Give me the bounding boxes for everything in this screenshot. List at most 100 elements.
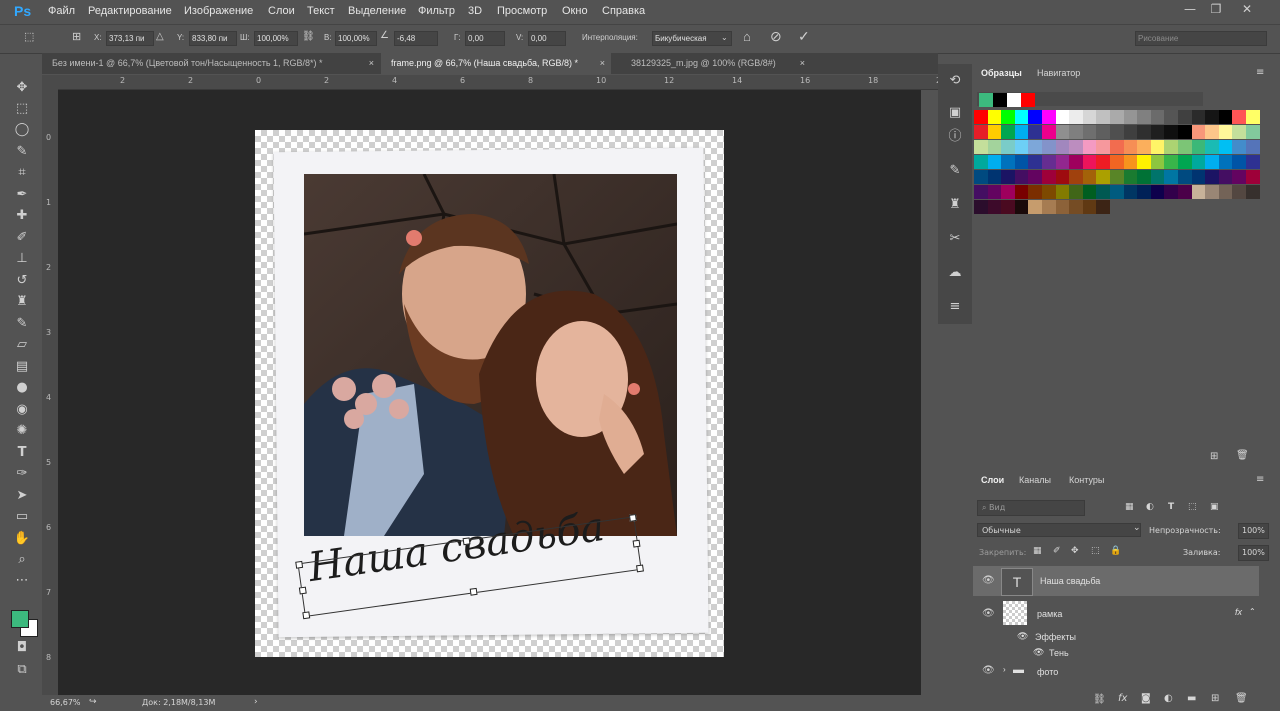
swatch[interactable] [974,170,988,184]
brush-tool-icon[interactable]: ✐ [13,230,31,246]
eye-icon[interactable]: 👁 [982,665,995,676]
swatch[interactable] [1001,110,1016,124]
menu-filter[interactable]: Фильтр [418,5,455,17]
swatch[interactable] [1082,140,1097,154]
fx-icon[interactable]: fx [1235,607,1242,617]
lasso-tool-icon[interactable]: ◯ [13,122,31,138]
swatch[interactable] [1042,155,1056,169]
close-tab-icon[interactable]: × [800,53,805,74]
swatch[interactable] [1232,170,1247,184]
swatch[interactable] [987,200,1002,214]
swatch[interactable] [1137,140,1152,154]
tab-frame[interactable]: frame.png @ 66,7% (Наша свадьба, RGB/8) … [381,53,611,74]
swatch[interactable] [987,155,1002,169]
swatch[interactable] [1055,140,1070,154]
swatch[interactable] [987,170,1002,184]
type-tool-icon[interactable]: T [13,445,31,461]
trash-icon[interactable]: 🗑 [1236,450,1249,461]
swatch[interactable] [1191,140,1206,154]
swatch[interactable] [1001,155,1016,169]
cancel-transform-icon[interactable]: ⊘ [770,28,782,45]
layer-row-text[interactable]: 👁 T Наша свадьба [973,566,1259,596]
swatch[interactable] [993,93,1007,107]
swatch[interactable] [1232,185,1247,199]
swatch[interactable] [1069,170,1084,184]
delta-icon[interactable]: △ [156,31,164,42]
swatch[interactable] [1110,185,1124,199]
pen-tool-icon[interactable]: ✑ [13,466,31,482]
swatch[interactable] [1014,155,1029,169]
restore-icon[interactable]: ❐ [1206,2,1226,18]
swatch[interactable] [1055,170,1070,184]
vskew-field[interactable]: 0,00 [528,31,566,46]
swatch[interactable] [1096,185,1111,199]
layer-row-frame[interactable]: 👁 рамка fx ⌃ [973,599,1259,629]
transform-handle[interactable] [636,564,644,573]
swatch[interactable] [1096,155,1111,169]
quick-mask-icon[interactable]: ◘ [13,640,31,656]
swatch[interactable] [1150,110,1165,124]
swatch[interactable] [1137,110,1152,124]
swatch[interactable] [1123,170,1138,184]
crop-tool-icon[interactable]: ⌗ [13,165,31,181]
properties-panel-icon[interactable]: ▣ [946,104,964,122]
swatch[interactable] [1014,185,1029,199]
swatch[interactable] [1191,170,1206,184]
swatch[interactable] [1232,110,1247,124]
tab-paths[interactable]: Контуры [1061,471,1112,489]
swatch[interactable] [1055,185,1070,199]
tab-channels[interactable]: Каналы [1011,471,1059,489]
swatch[interactable] [974,110,988,124]
swatch[interactable] [1014,125,1029,139]
menu-image[interactable]: Изображение [184,5,253,17]
swatch[interactable] [1014,140,1029,154]
transform-handle[interactable] [302,611,311,620]
swatch[interactable] [1205,155,1220,169]
swatch[interactable] [1069,110,1084,124]
move-tool-icon[interactable]: ✥ [13,80,31,96]
close-tab-icon[interactable]: × [369,53,374,74]
swatch[interactable] [987,110,1002,124]
y-field[interactable]: 833,80 пи [189,31,237,46]
swatch[interactable] [1028,125,1043,139]
transform-handle[interactable] [469,587,478,596]
clone-stamp-tool-icon[interactable]: ⊥ [13,251,31,267]
swatch[interactable] [987,140,1002,154]
swatch[interactable] [1096,110,1111,124]
menu-window[interactable]: Окно [562,5,588,17]
chevron-up-icon[interactable]: ⌃ [1249,607,1256,616]
swatch[interactable] [1001,185,1016,199]
swatch[interactable] [1123,185,1138,199]
swatch[interactable] [1001,125,1016,139]
transform-handle[interactable] [462,537,471,546]
swatch[interactable] [1082,125,1097,139]
swatch[interactable] [1150,125,1165,139]
swatch[interactable] [974,155,988,169]
filter-adjust-icon[interactable]: ◐ [1146,502,1154,512]
lock-pixels-icon[interactable]: ✐ [1053,546,1061,556]
swatch[interactable] [1028,185,1043,199]
swatch[interactable] [1082,110,1097,124]
swatch[interactable] [1110,155,1124,169]
link-layers-icon[interactable]: ⛓ [1093,694,1106,705]
menu-layers[interactable]: Слои [268,5,295,17]
swatch[interactable] [1164,110,1179,124]
transform-handle[interactable] [298,586,307,595]
swatch[interactable] [1150,155,1165,169]
info-panel-icon[interactable]: ⓘ [946,128,964,146]
swatch[interactable] [1150,140,1165,154]
transform-handle[interactable] [295,560,304,569]
adjustments-icon[interactable]: ≡ [946,298,964,316]
layer-effect-shadow-row[interactable]: 👁 Тень [973,647,1259,661]
rectangle-tool-icon[interactable]: ▭ [13,509,31,525]
menu-help[interactable]: Справка [602,5,645,17]
healing-tool-icon[interactable]: ✚ [13,208,31,224]
link-icon[interactable]: ⛓ [302,31,315,42]
swatch[interactable] [1137,125,1152,139]
swatch[interactable] [1042,200,1056,214]
chevron-right-icon[interactable]: › [1003,665,1006,674]
swatch[interactable] [1069,155,1084,169]
lock-transparency-icon[interactable]: ▦ [1033,546,1042,556]
share-icon[interactable]: ↪ [89,697,97,707]
gradient-tool-icon[interactable]: ▤ [13,359,31,375]
